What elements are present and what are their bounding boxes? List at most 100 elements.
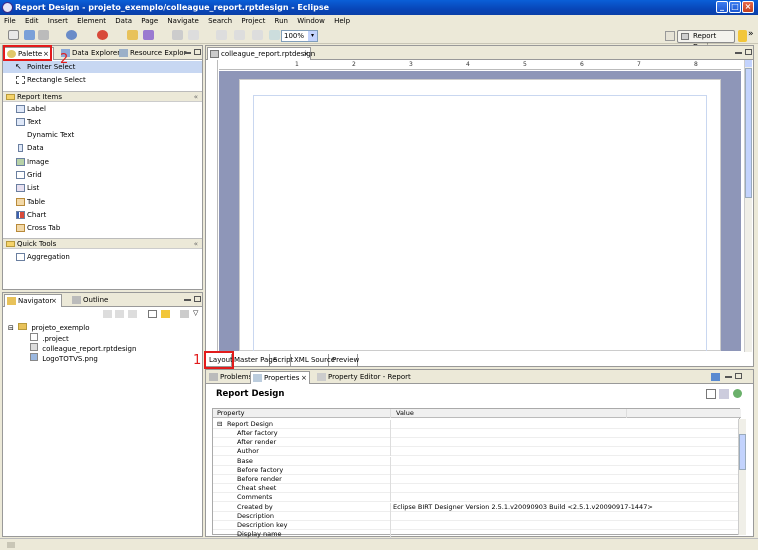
menu-data[interactable]: Data (115, 17, 132, 25)
menu-page[interactable]: Page (141, 17, 158, 25)
perspective-report-design[interactable]: Report Design (677, 30, 735, 51)
collapse-icon[interactable]: « (194, 92, 198, 102)
menu-file[interactable]: File (4, 17, 16, 25)
overflow-chevron-icon[interactable]: » (748, 29, 754, 39)
menu-edit[interactable]: Edit (25, 17, 39, 25)
palette-item-data[interactable]: Data (3, 142, 44, 154)
scroll-thumb[interactable] (739, 434, 746, 470)
quick-tools-header[interactable]: Quick Tools « (3, 238, 202, 249)
minimize-icon[interactable] (735, 52, 742, 54)
rectangle-select-tool[interactable]: Rectangle Select (3, 74, 86, 86)
property-value[interactable]: Eclipse BIRT Designer Version 2.5.1.v200… (393, 503, 653, 512)
table-row[interactable]: Description (213, 511, 741, 521)
table-row[interactable]: Before render (213, 475, 741, 484)
maximize-icon[interactable] (194, 49, 201, 55)
table-row[interactable]: Base (213, 456, 741, 466)
tab-properties[interactable]: Properties × (250, 371, 310, 384)
scroll-thumb[interactable] (745, 68, 752, 198)
palette-item-chart[interactable]: Chart (3, 209, 46, 221)
nav-icon[interactable] (172, 30, 183, 40)
menu-window[interactable]: Window (297, 17, 325, 25)
tree-file[interactable]: LogoTOTVS.png (30, 353, 98, 364)
pointer-select-tool[interactable]: ↖ Pointer Select (3, 61, 202, 73)
minimize-icon[interactable] (725, 376, 732, 378)
tab-property-editor[interactable]: Property Editor - Report (315, 371, 411, 384)
menu-element[interactable]: Element (77, 17, 106, 25)
link-editor-icon[interactable] (161, 310, 170, 318)
table-row[interactable]: Created by Eclipse BIRT Designer Version … (213, 502, 741, 512)
report-items-header[interactable]: Report Items « (3, 91, 202, 102)
new-icon[interactable] (8, 30, 19, 40)
close-icon[interactable]: × (303, 48, 309, 60)
collapse-all-icon[interactable] (148, 310, 157, 318)
maximize-icon[interactable] (194, 296, 201, 302)
minimize-button[interactable]: _ (716, 1, 728, 13)
tool-icon[interactable] (738, 30, 747, 42)
menu-search[interactable]: Search (208, 17, 232, 25)
save-icon[interactable] (24, 30, 35, 40)
tab-navigator[interactable]: Navigator × (4, 294, 62, 307)
palette-item-aggregation[interactable]: Aggregation (3, 251, 70, 263)
filter-icon[interactable] (180, 310, 189, 318)
maximize-icon[interactable] (745, 49, 752, 55)
palette-item-cross-tab[interactable]: Cross Tab (3, 222, 60, 234)
palette-item-list[interactable]: List (3, 182, 39, 194)
menu-insert[interactable]: Insert (48, 17, 68, 25)
tab-resource-explorer[interactable]: Resource Explor (117, 47, 186, 60)
maximize-icon[interactable] (735, 373, 742, 379)
report-body-area[interactable] (253, 95, 707, 351)
table-row[interactable]: After render (213, 438, 741, 448)
annotation-icon[interactable] (188, 30, 199, 40)
tab-xml-source[interactable]: XML Source (292, 354, 335, 366)
tab-master-page[interactable]: Master Page (232, 354, 277, 366)
pin-icon[interactable] (711, 373, 720, 381)
minimize-icon[interactable] (184, 52, 191, 54)
tab-script[interactable]: Script (271, 354, 293, 366)
open-folder-icon[interactable] (127, 30, 138, 40)
run-icon[interactable] (97, 30, 108, 40)
open-perspective-icon[interactable] (665, 31, 675, 41)
menu-project[interactable]: Project (241, 17, 265, 25)
forward-icon[interactable] (234, 30, 245, 40)
pen-icon[interactable] (143, 30, 154, 40)
globe-icon[interactable] (66, 30, 77, 40)
tab-preview[interactable]: Preview (330, 354, 359, 366)
minimize-icon[interactable] (184, 299, 191, 301)
view-menu-icon[interactable]: ▽ (193, 309, 198, 317)
palette-item-dynamic-text[interactable]: Dynamic Text (3, 129, 74, 141)
scroll-up-icon[interactable] (745, 60, 752, 67)
up-nav-icon[interactable] (128, 310, 137, 318)
table-row[interactable]: Before factory (213, 465, 741, 475)
expand-icon[interactable]: ⊟ (8, 324, 14, 332)
palette-item-table[interactable]: Table (3, 196, 45, 208)
close-button[interactable]: × (742, 1, 754, 13)
tab-colleague-report[interactable]: colleague_report.rptdesign × (207, 47, 315, 60)
table-row[interactable]: After factory (213, 429, 741, 438)
palette-item-label[interactable]: Label (3, 103, 46, 115)
properties-scrollbar[interactable] (738, 419, 746, 535)
zoom-select[interactable]: 100% ▾ (281, 30, 318, 42)
editor-scrollbar[interactable] (744, 60, 752, 352)
table-row[interactable]: Comments (213, 493, 741, 503)
maximize-button[interactable]: □ (729, 1, 741, 13)
collapse-icon[interactable]: « (194, 239, 198, 249)
last-edit-icon[interactable] (252, 30, 263, 40)
group-row[interactable]: ⊟ Report Design (213, 420, 741, 429)
tab-problems[interactable]: Problems (207, 371, 252, 384)
menu-run[interactable]: Run (275, 17, 288, 25)
sort-icon[interactable] (719, 389, 729, 399)
menu-help[interactable]: Help (334, 17, 350, 25)
palette-item-grid[interactable]: Grid (3, 169, 42, 181)
close-icon[interactable]: × (51, 295, 57, 307)
tree-project[interactable]: ⊟ projeto_exemplo (8, 323, 89, 333)
back-nav-icon[interactable] (103, 310, 112, 318)
forward-nav-icon[interactable] (115, 310, 124, 318)
tab-outline[interactable]: Outline (70, 294, 110, 307)
refresh-icon[interactable] (269, 30, 280, 40)
palette-item-image[interactable]: Image (3, 156, 49, 168)
table-row[interactable]: Author (213, 447, 741, 457)
table-row[interactable]: Description key (213, 521, 741, 530)
menu-navigate[interactable]: Navigate (167, 17, 198, 25)
restore-default-icon[interactable] (733, 389, 742, 398)
close-icon[interactable]: × (301, 372, 307, 384)
